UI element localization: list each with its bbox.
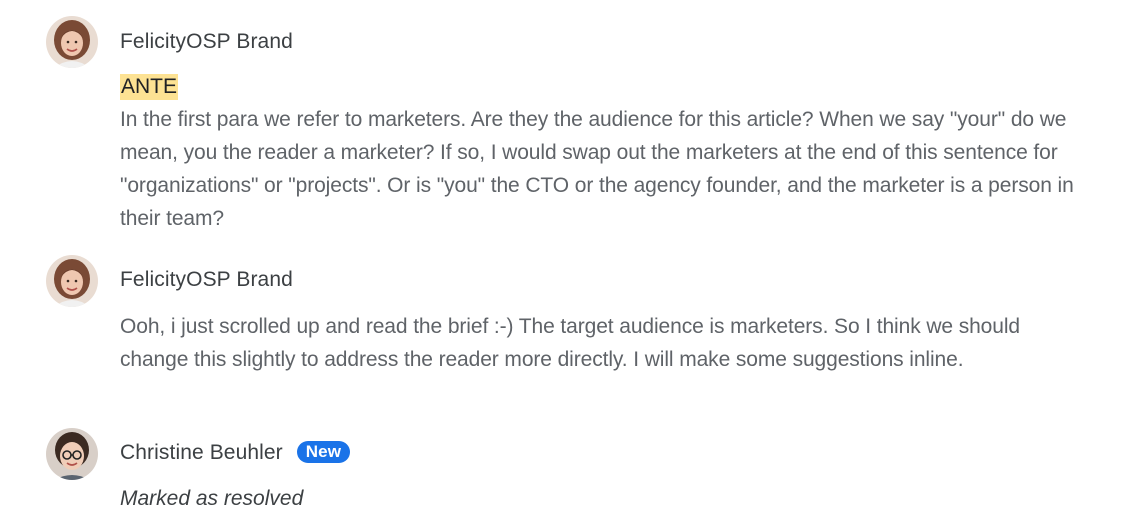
quoted-text-highlight[interactable]: ANTE — [120, 74, 179, 100]
comment-author: FelicityOSP Brand — [120, 268, 293, 291]
avatar[interactable] — [46, 16, 98, 68]
user-photo-icon — [46, 16, 98, 68]
user-photo-icon — [46, 428, 98, 480]
comment-thread: FelicityOSP Brand ANTE In the first para… — [0, 0, 1131, 526]
comment-author: Christine Beuhler New — [120, 441, 351, 465]
resolved-status: Marked as resolved — [120, 487, 304, 510]
avatar[interactable] — [46, 255, 98, 307]
avatar[interactable] — [46, 428, 98, 480]
comment-text: Ooh, i just scrolled up and read the bri… — [120, 315, 1020, 371]
author-name: Christine Beuhler — [120, 441, 283, 464]
comment-text: In the first para we refer to marketers.… — [120, 108, 1074, 230]
comment-author: FelicityOSP Brand — [120, 30, 293, 53]
new-badge: New — [296, 441, 351, 463]
user-photo-icon — [46, 255, 98, 307]
